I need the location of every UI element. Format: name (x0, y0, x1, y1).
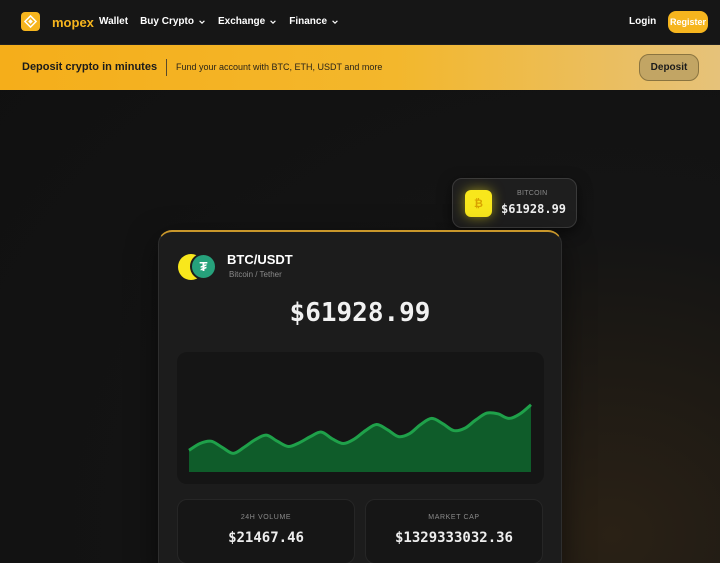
banner-title: Deposit crypto in minutes (22, 61, 158, 73)
pair-subtitle: Bitcoin / Tether (229, 270, 282, 279)
volume-label: 24H VOLUME (240, 514, 292, 521)
market-cap-value: $1329333032.36 (394, 530, 513, 546)
bitcoin-ticker-card[interactable]: ₿ BITCOIN $61928.99 (452, 178, 577, 228)
pair-name: BTC/USDT (227, 252, 293, 267)
banner-divider (166, 59, 167, 76)
deposit-button[interactable]: Deposit (639, 54, 699, 81)
volume-value: $21467.46 (228, 530, 304, 546)
tether-icon: ₮ (190, 253, 217, 280)
nav-link-label: Wallet (99, 16, 129, 27)
register-button[interactable]: Register (668, 11, 708, 33)
brand-name[interactable]: mopex (52, 15, 94, 30)
price-chart-svg (188, 403, 532, 472)
market-cap-stat: MARKET CAP $1329333032.36 (365, 499, 543, 563)
bitcoin-icon: ₿ (465, 190, 492, 217)
ticker-label: BITCOIN (517, 190, 548, 197)
nav-link-buy-crypto[interactable]: Buy Crypto (140, 16, 206, 27)
chevron-down-icon (332, 19, 338, 24)
nav-link-wallet[interactable]: Wallet (99, 16, 128, 27)
brand-logo-icon[interactable] (21, 12, 40, 31)
pair-card: ₮ BTC/USDT Bitcoin / Tether $61928.99 24… (158, 230, 562, 563)
deposit-banner: Deposit crypto in minutes Fund your acco… (0, 45, 720, 90)
ticker-price: $61928.99 (501, 202, 567, 216)
nav-link-label: Buy Crypto (140, 16, 194, 27)
chevron-down-icon (199, 19, 205, 24)
nav-link-label: Finance (289, 16, 328, 27)
login-link[interactable]: Login (629, 16, 656, 27)
volume-stat: 24H VOLUME $21467.46 (177, 499, 355, 563)
nav-link-finance[interactable]: Finance (289, 16, 339, 27)
pair-price: $61928.99 (289, 298, 431, 328)
nav-links: Wallet Buy Crypto Exchange Finance (99, 16, 351, 27)
banner-subtitle: Fund your account with BTC, ETH, USDT an… (176, 62, 383, 72)
nav-link-label: Exchange (217, 16, 266, 27)
diamond-icon (24, 15, 37, 28)
top-nav: mopex Wallet Buy Crypto Exchange Finance… (0, 0, 720, 45)
price-chart (177, 352, 544, 484)
price-area-fill (189, 404, 531, 472)
nav-link-exchange[interactable]: Exchange (218, 16, 277, 27)
chevron-down-icon (270, 19, 277, 24)
market-cap-label: MARKET CAP (428, 514, 480, 521)
